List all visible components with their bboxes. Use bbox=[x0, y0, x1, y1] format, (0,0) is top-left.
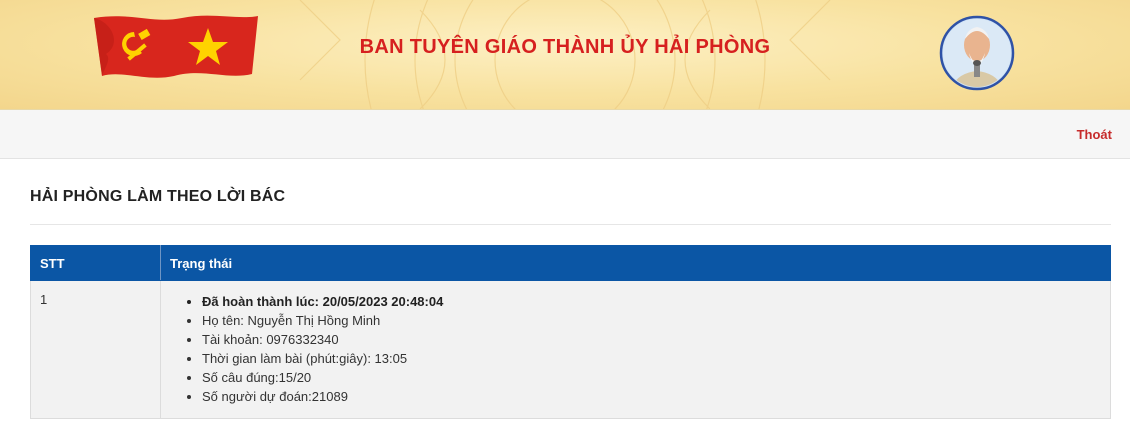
logout-link[interactable]: Thoát bbox=[1077, 127, 1112, 142]
page-title: HẢI PHÒNG LÀM THEO LỜI BÁC bbox=[30, 188, 286, 205]
top-navigation-bar: Thoát bbox=[0, 110, 1130, 159]
row-stt-cell: 1 bbox=[30, 280, 161, 419]
column-header-status: Trạng thái bbox=[160, 245, 1111, 281]
table-row: 1 Đã hoàn thành lúc: 20/05/2023 20:48:04… bbox=[30, 280, 1111, 419]
main-content: HẢI PHÒNG LÀM THEO LỜI BÁC STT Trạng thá… bbox=[0, 159, 1130, 419]
account-item: Tài khoản: 0976332340 bbox=[202, 330, 1101, 349]
heading-divider bbox=[30, 224, 1111, 225]
site-banner: BAN TUYÊN GIÁO THÀNH ỦY HẢI PHÒNG bbox=[0, 0, 1130, 110]
portrait-emblem-icon bbox=[939, 15, 1015, 91]
row-status-cell: Đã hoàn thành lúc: 20/05/2023 20:48:04 H… bbox=[160, 280, 1111, 419]
results-table: STT Trạng thái 1 Đã hoàn thành lúc: 20/0… bbox=[30, 245, 1111, 419]
column-header-stt: STT bbox=[30, 245, 161, 281]
completed-at-item: Đã hoàn thành lúc: 20/05/2023 20:48:04 bbox=[202, 292, 1101, 311]
full-name-item: Họ tên: Nguyễn Thị Hồng Minh bbox=[202, 311, 1101, 330]
prediction-count-item: Số người dự đoán:21089 bbox=[202, 387, 1101, 406]
correct-answers-item: Số câu đúng:15/20 bbox=[202, 368, 1101, 387]
status-list: Đã hoàn thành lúc: 20/05/2023 20:48:04 H… bbox=[170, 292, 1101, 406]
table-header-row: STT Trạng thái bbox=[30, 245, 1111, 281]
duration-item: Thời gian làm bài (phút:giây): 13:05 bbox=[202, 349, 1101, 368]
